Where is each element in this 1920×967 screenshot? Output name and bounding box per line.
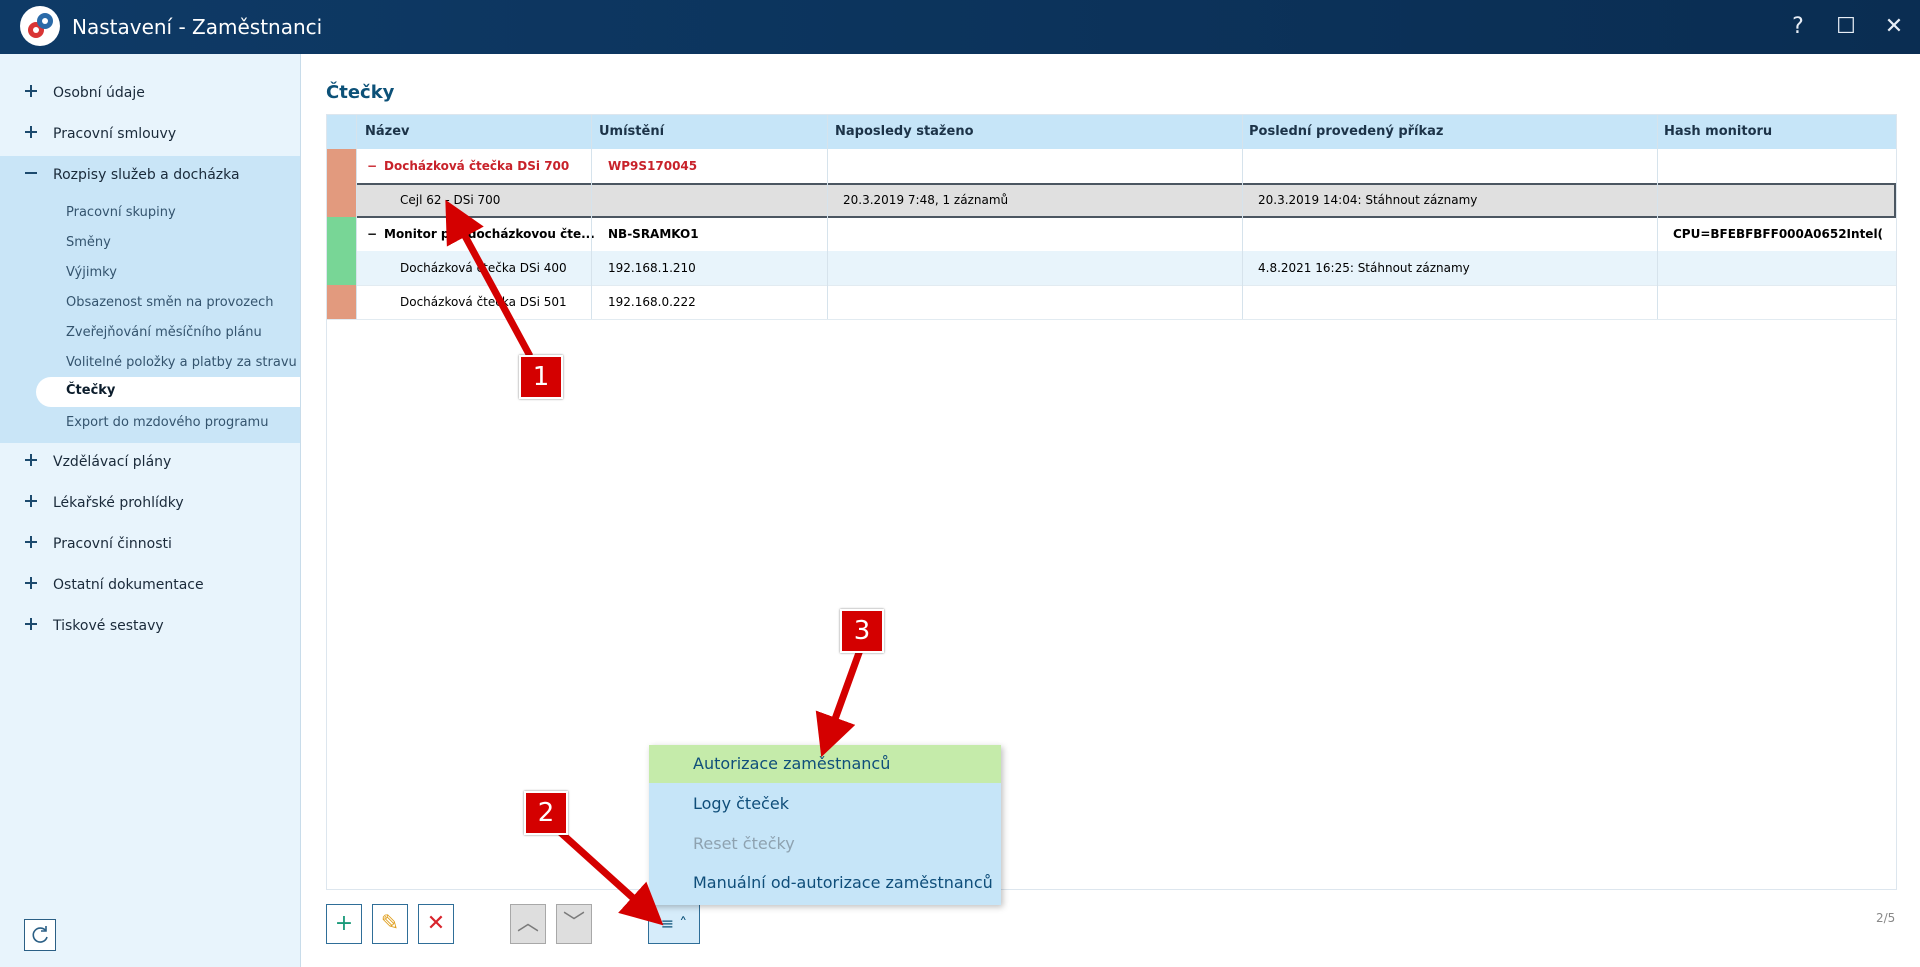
annotation-badge-2: 2 (524, 791, 568, 835)
app-window: Nastavení - Zaměstnanci ? ☐ ✕ Osobní úda… (0, 0, 1920, 967)
annotation-arrow-3 (815, 648, 864, 758)
annotation-arrows (445, 199, 864, 926)
annotation-badge-1: 1 (519, 355, 563, 399)
annotation-badge-3: 3 (840, 609, 884, 653)
annotation-arrow-1 (445, 199, 534, 358)
annotation-arrow-2 (557, 829, 664, 926)
